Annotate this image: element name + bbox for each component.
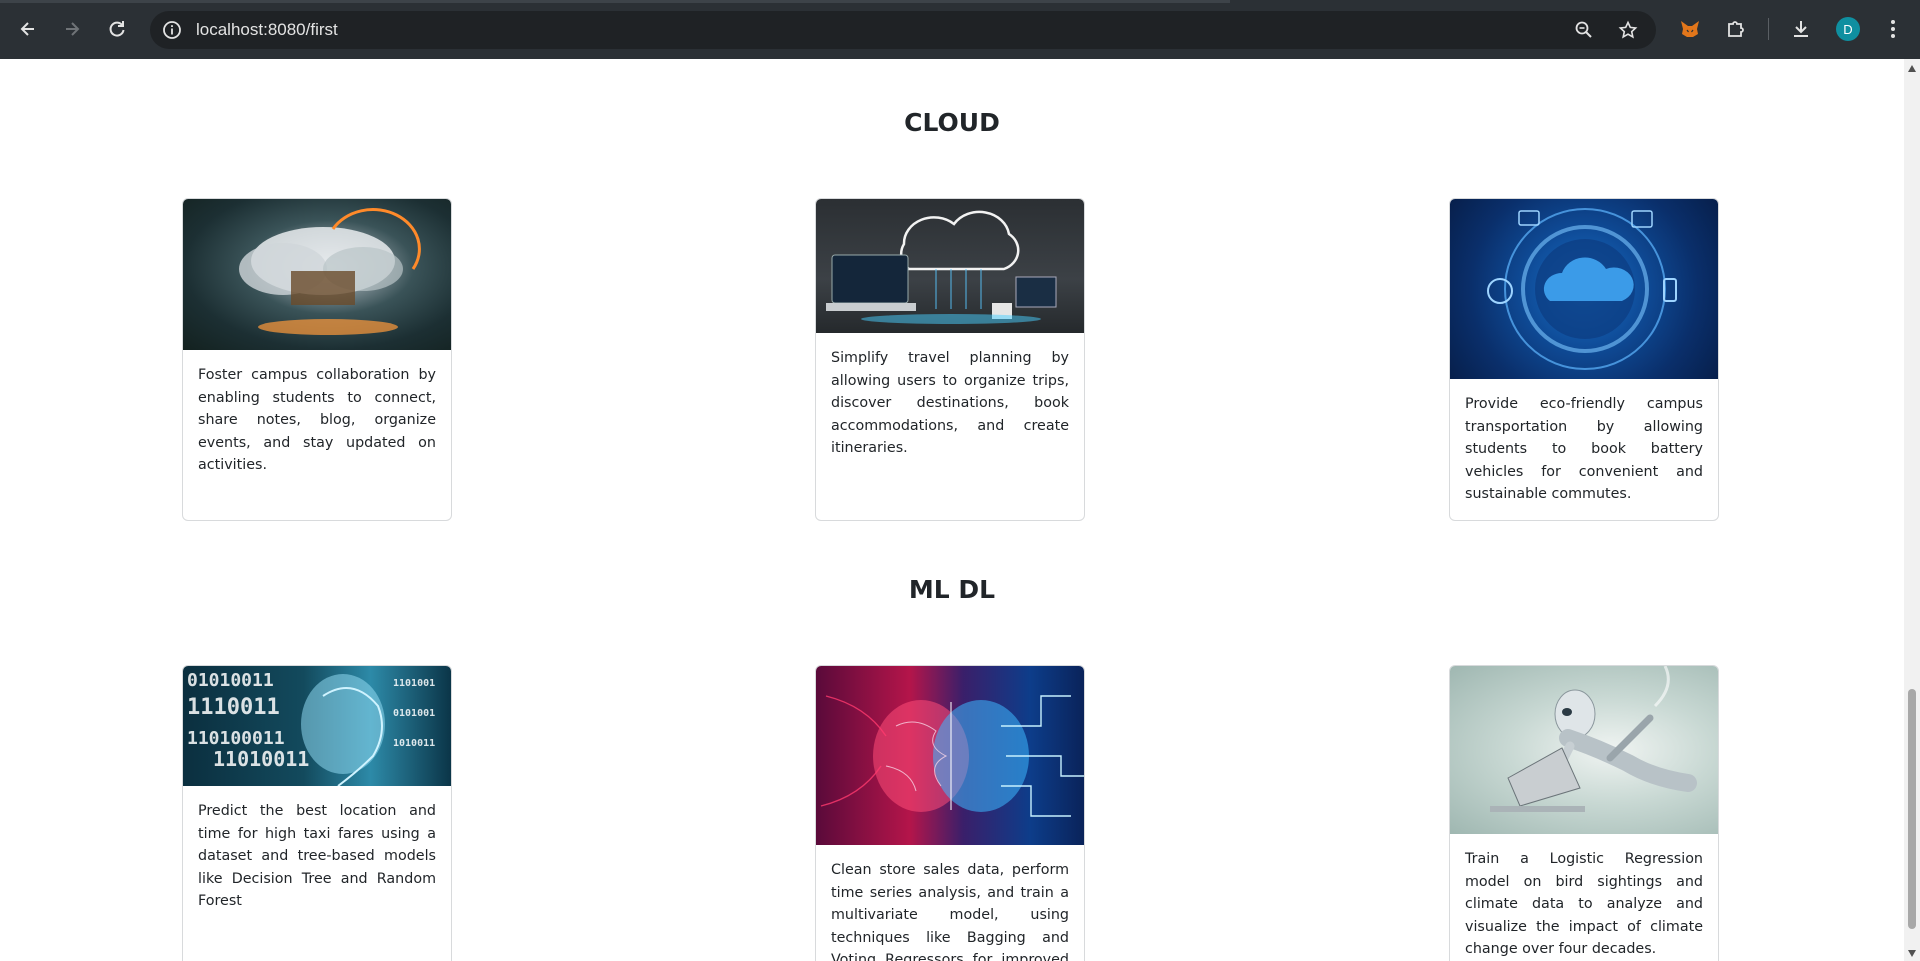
project-card[interactable]: 01010011 1110011 110100011 11010011 1101…: [182, 665, 452, 961]
scroll-down-arrow-icon[interactable]: [1908, 950, 1916, 957]
extensions-puzzle-icon[interactable]: [1723, 16, 1749, 42]
bookmark-star-icon[interactable]: [1616, 18, 1640, 42]
back-icon: [20, 22, 34, 36]
toolbar-divider: [1768, 18, 1769, 40]
project-card[interactable]: Simplify travel planning by allowing use…: [815, 198, 1085, 521]
card-image: 01010011 1110011 110100011 11010011 1101…: [183, 666, 451, 786]
url-text[interactable]: localhost:8080/first: [196, 20, 338, 40]
project-card[interactable]: Clean store sales data, perform time ser…: [815, 665, 1085, 961]
reload-button[interactable]: [101, 13, 133, 45]
forward-icon: [66, 22, 80, 36]
card-image: [183, 199, 451, 350]
card-description: Train a Logistic Regression model on bir…: [1465, 851, 1703, 957]
project-card[interactable]: Foster campus collaboration by enabling …: [182, 198, 452, 521]
profile-avatar[interactable]: D: [1836, 17, 1860, 41]
svg-text:0101001: 0101001: [393, 708, 435, 719]
card-image: [816, 199, 1084, 333]
scroll-up-arrow-icon[interactable]: [1908, 65, 1916, 72]
card-description: Simplify travel planning by allowing use…: [831, 350, 1069, 456]
card-description: Provide eco-friendly campus transportati…: [1465, 396, 1703, 502]
card-description: Predict the best location and time for h…: [198, 803, 436, 909]
svg-text:11010011: 11010011: [213, 747, 309, 771]
forward-button[interactable]: [56, 13, 88, 45]
browser-toolbar: localhost:8080/first D: [0, 0, 1920, 59]
card-description: Foster campus collaboration by enabling …: [198, 367, 436, 473]
download-icon[interactable]: [1788, 16, 1814, 42]
section-title-cloud: CLOUD: [904, 108, 1000, 137]
kebab-menu-icon[interactable]: [1880, 16, 1906, 42]
address-bar[interactable]: localhost:8080/first: [150, 11, 1656, 49]
reload-icon: [109, 21, 125, 37]
card-image: [816, 666, 1084, 845]
page-viewport: CLOUD Foster campus collaboration by ena…: [0, 59, 1904, 961]
page-load-bar: [0, 0, 1230, 3]
zoom-icon[interactable]: [1572, 18, 1596, 42]
project-card[interactable]: Train a Logistic Regression model on bir…: [1449, 665, 1719, 961]
svg-text:1101001: 1101001: [393, 678, 435, 689]
card-image: [1450, 666, 1718, 834]
scrollbar-thumb[interactable]: [1908, 689, 1916, 929]
card-description: Clean store sales data, perform time ser…: [831, 862, 1069, 961]
svg-text:1110011: 1110011: [187, 695, 280, 720]
project-card[interactable]: Provide eco-friendly campus transportati…: [1449, 198, 1719, 521]
svg-text:110100011: 110100011: [187, 728, 285, 749]
metamask-fox-icon[interactable]: [1677, 16, 1703, 42]
svg-text:1010011: 1010011: [393, 738, 435, 749]
back-button[interactable]: [12, 13, 44, 45]
svg-text:01010011: 01010011: [187, 670, 274, 691]
card-image: [1450, 199, 1718, 379]
page-scrollbar[interactable]: [1904, 59, 1920, 961]
section-title-ml-dl: ML DL: [908, 575, 996, 604]
site-info-icon[interactable]: [160, 18, 184, 42]
